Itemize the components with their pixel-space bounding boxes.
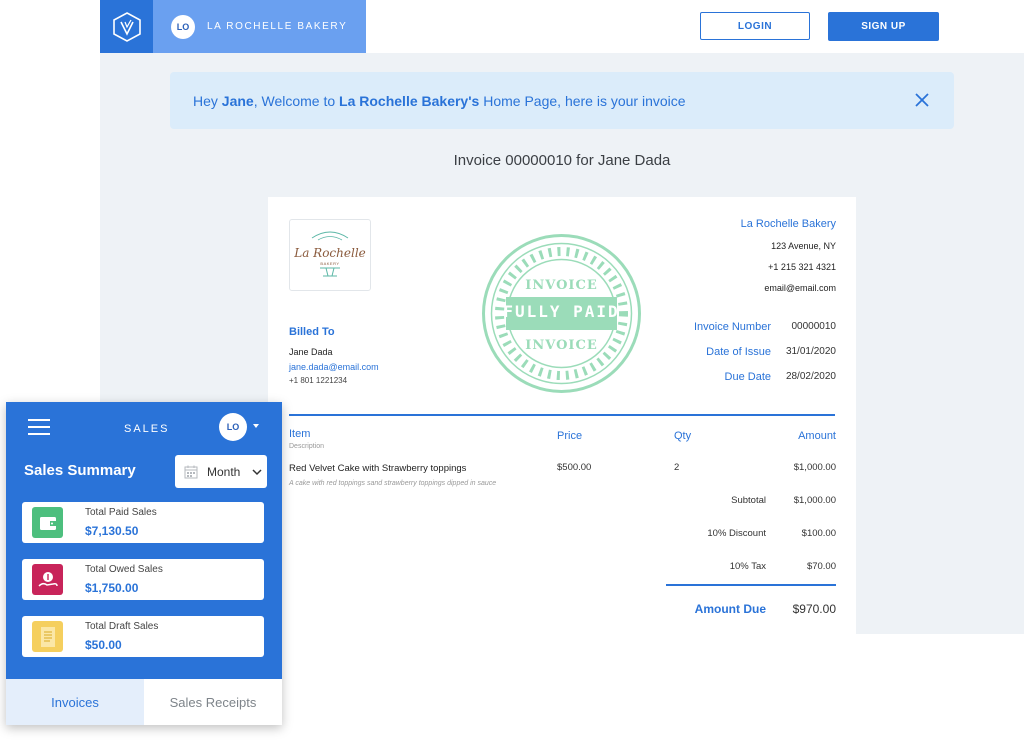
draft-sales-value: $50.00 — [85, 638, 122, 652]
banner-middle: , Welcome to — [253, 92, 340, 109]
item-name: Red Velvet Cake with Strawberry toppings — [289, 463, 467, 474]
wallet-icon — [32, 507, 63, 538]
totals-divider — [666, 584, 836, 586]
brand-name: LA ROCHELLE BAKERY — [207, 21, 348, 32]
item-description: A cake with red toppings sand strawberry… — [289, 480, 497, 487]
issue-date: 31/01/2020 — [785, 346, 836, 357]
business-logo: La Rochelle BAKERY — [289, 219, 371, 291]
column-qty: Qty — [674, 430, 692, 442]
signup-button[interactable]: SIGN UP — [828, 12, 939, 41]
column-description: Description — [289, 443, 325, 450]
sales-panel-title: SALES — [124, 423, 170, 435]
banner-prefix: Hey — [193, 92, 222, 109]
invoice-number: 00000010 — [791, 321, 837, 332]
tax-value: $70.00 — [806, 561, 836, 572]
sales-summary-title: Sales Summary — [24, 462, 136, 479]
column-price: Price — [557, 430, 583, 442]
logo-subtext: BAKERY — [320, 261, 340, 266]
discount-value: $100.00 — [801, 528, 836, 539]
draft-sales-label: Total Draft Sales — [85, 621, 159, 632]
period-select-value: Month — [207, 464, 241, 479]
client-phone: +1 801 1221234 — [289, 376, 348, 385]
logo-text: La Rochelle — [294, 246, 366, 260]
item-amount: $1,000.00 — [793, 462, 836, 473]
login-button[interactable]: LOGIN — [700, 12, 810, 40]
business-address: 123 Avenue, NY — [771, 241, 836, 251]
user-avatar[interactable]: LO — [219, 413, 247, 441]
paid-sales-label: Total Paid Sales — [85, 507, 157, 518]
banner-business: La Rochelle Bakery's — [339, 92, 480, 109]
due-date-label: Due Date — [724, 371, 771, 383]
close-icon[interactable] — [912, 90, 932, 110]
table-top-divider — [289, 414, 835, 416]
menu-icon[interactable] — [28, 419, 50, 435]
stamp-top-text: INVOICE — [525, 278, 598, 293]
paid-sales-card[interactable]: Total Paid Sales $7,130.50 — [22, 502, 264, 543]
stamp-bottom-text: INVOICE — [525, 338, 598, 353]
billed-to-label: Billed To — [289, 326, 335, 338]
stamp-middle-text: FULLY PAID — [503, 302, 620, 321]
business-phone: +1 215 321 4321 — [768, 262, 836, 272]
amount-due-label: Amount Due — [694, 602, 766, 616]
brand-bar: LO LA ROCHELLE BAKERY — [153, 0, 366, 53]
subtotal-value: $1,000.00 — [793, 495, 836, 506]
column-amount: Amount — [798, 430, 836, 442]
draft-document-icon — [32, 621, 63, 652]
tab-sales-receipts[interactable]: Sales Receipts — [144, 679, 282, 725]
tax-label: 10% Tax — [729, 561, 766, 572]
tab-invoices[interactable]: Invoices — [6, 679, 144, 725]
discount-label: 10% Discount — [707, 528, 766, 539]
owed-sales-value: $1,750.00 — [85, 581, 139, 595]
owed-sales-label: Total Owed Sales — [85, 564, 163, 575]
business-name: La Rochelle Bakery — [740, 218, 836, 230]
client-email[interactable]: jane.dada@email.com — [289, 362, 379, 372]
chevron-down-icon[interactable] — [253, 424, 259, 428]
item-qty: 2 — [674, 462, 680, 473]
draft-sales-card[interactable]: Total Draft Sales $50.00 — [22, 616, 264, 657]
amount-due-value: $970.00 — [792, 602, 836, 616]
app-logo[interactable] — [100, 0, 153, 53]
fully-paid-stamp: INVOICE FULLY PAID INVOICE — [480, 232, 643, 395]
calendar-icon — [184, 465, 198, 478]
due-date: 28/02/2020 — [785, 371, 836, 382]
paid-sales-value: $7,130.50 — [85, 524, 139, 538]
subtotal-label: Subtotal — [731, 495, 766, 506]
client-name: Jane Dada — [289, 347, 333, 357]
banner-text: Hey Jane, Welcome to La Rochelle Bakery'… — [193, 93, 686, 109]
invoice-page-title: Invoice 00000010 for Jane Dada — [453, 152, 671, 169]
banner-user: Jane — [221, 92, 254, 109]
owed-sales-card[interactable]: Total Owed Sales $1,750.00 — [22, 559, 264, 600]
period-select[interactable]: Month — [175, 455, 267, 488]
column-item: Item — [289, 428, 311, 440]
item-price: $500.00 — [557, 462, 592, 473]
shield-logo-icon — [112, 11, 141, 42]
brand-avatar[interactable]: LO — [171, 14, 195, 39]
sales-tabs: Invoices Sales Receipts — [6, 679, 282, 725]
invoice-number-label: Invoice Number — [693, 321, 771, 333]
banner-suffix: Home Page, here is your invoice — [479, 92, 686, 109]
business-email: email@email.com — [764, 283, 836, 293]
money-hand-icon — [32, 564, 63, 595]
issue-date-label: Date of Issue — [706, 346, 771, 358]
welcome-banner: Hey Jane, Welcome to La Rochelle Bakery'… — [170, 72, 954, 129]
chevron-down-icon — [252, 468, 262, 475]
